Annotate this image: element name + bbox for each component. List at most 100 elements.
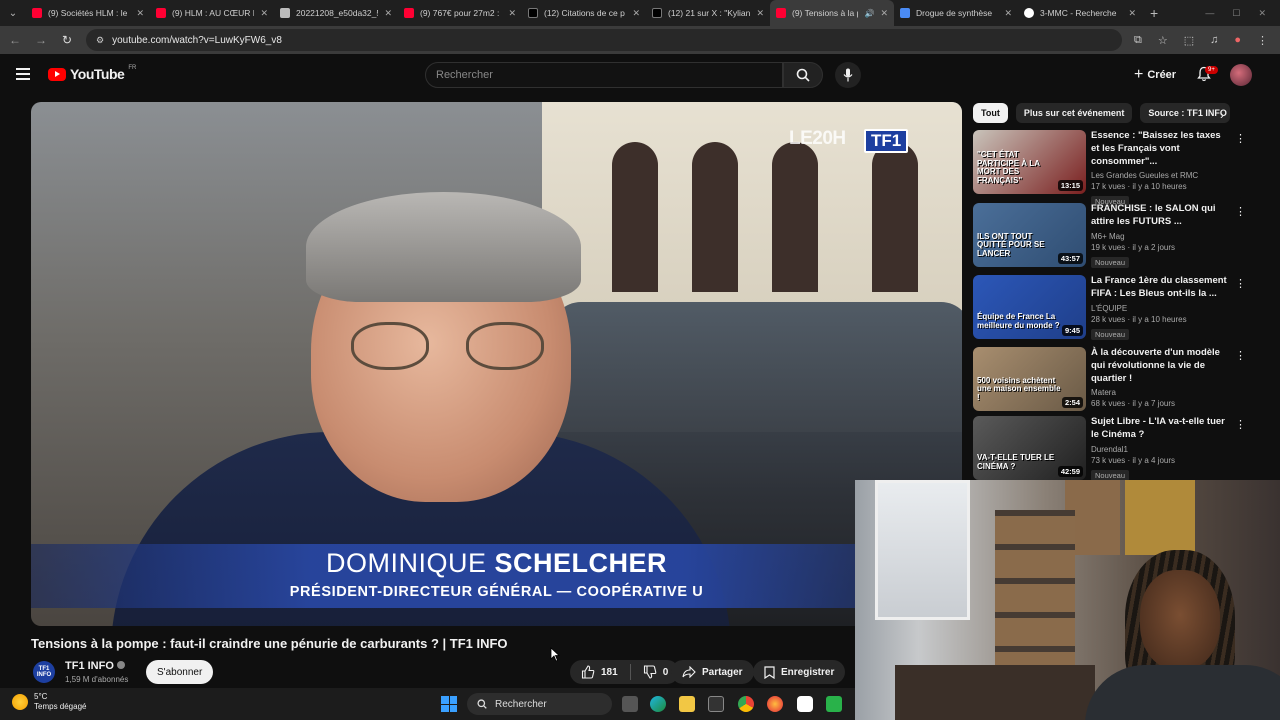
webcam-poster [1125, 480, 1195, 555]
channel-avatar[interactable]: TF1 INFO [33, 661, 55, 683]
voice-search-button[interactable] [835, 62, 861, 88]
suggestion-channel[interactable]: Durendal1 [1091, 445, 1231, 454]
edge-browser-icon[interactable] [650, 696, 666, 712]
bookmark-star-icon[interactable]: ☆ [1158, 34, 1168, 47]
create-button[interactable]: + Créer [1128, 64, 1182, 86]
browser-tab[interactable]: (12) Citations de ce p ✕ [522, 0, 646, 26]
close-tab-icon[interactable]: ✕ [1128, 8, 1136, 19]
taskbar-search[interactable]: Rechercher [467, 693, 612, 715]
profile-icon[interactable]: ● [1234, 34, 1241, 47]
share-button[interactable]: Partager [671, 660, 754, 684]
chip-source[interactable]: Source : TF1 INFO [1140, 103, 1231, 123]
hamburger-menu-icon[interactable] [16, 68, 30, 80]
suggestion-title[interactable]: Sujet Libre - L'IA va-t-elle tuer le Cin… [1091, 416, 1231, 442]
suggestion-channel[interactable]: L'ÉQUIPE [1091, 304, 1231, 313]
address-bar[interactable]: ⚙ youtube.com/watch?v=LuwKyFW6_v8 [86, 29, 1122, 51]
more-options-icon[interactable]: ⋮ [1235, 277, 1246, 290]
new-tab-plus-icon[interactable]: + [1142, 5, 1166, 21]
lower-third-role: PRÉSIDENT-DIRECTEUR GÉNÉRAL — COOPÉRATIV… [289, 584, 704, 600]
youtube-header: YouTube FR Rechercher + Créer 9+ [0, 54, 1280, 98]
video-frame-hair [306, 192, 581, 302]
firefox-icon[interactable] [767, 696, 783, 712]
minimize-icon[interactable]: — [1205, 8, 1214, 19]
video-thumbnail[interactable]: ILS ONT TOUT QUITTÉ POUR SE LANCER 43:57 [973, 203, 1086, 267]
store-icon[interactable] [708, 696, 724, 712]
more-options-icon[interactable]: ⋮ [1235, 132, 1246, 145]
suggestion-info: À la découverte d'un modèle qui révoluti… [1091, 347, 1231, 408]
close-tab-icon[interactable]: ✕ [260, 8, 268, 19]
tf1-logo: TF1 [864, 129, 909, 153]
extensions-puzzle-icon[interactable]: ⬚ [1184, 34, 1194, 47]
close-tab-icon[interactable]: ✕ [756, 8, 764, 19]
more-options-icon[interactable]: ⋮ [1235, 418, 1246, 431]
video-thumbnail[interactable]: Équipe de France La meilleure du monde ?… [973, 275, 1086, 339]
browser-tab[interactable]: Drogue de synthèse ✕ [894, 0, 1018, 26]
forward-arrow-icon[interactable]: → [34, 33, 48, 47]
browser-tab[interactable]: (9) HLM : AU CŒUR D ✕ [150, 0, 274, 26]
close-window-icon[interactable]: ✕ [1258, 8, 1266, 19]
save-button[interactable]: Enregistrer [753, 660, 846, 684]
video-player[interactable]: LE20H TF1 DOMINIQUE SCHELCHER PRÉSIDENT-… [31, 102, 962, 626]
capcut-icon[interactable] [797, 696, 813, 712]
account-avatar[interactable] [1230, 64, 1252, 86]
youtube-logo[interactable]: YouTube FR [48, 65, 136, 82]
suggestion-channel[interactable]: Matera [1091, 388, 1231, 397]
video-thumbnail[interactable]: VA-T-ELLE TUER LE CINÉMA ? 42:59 [973, 416, 1086, 480]
suggestion-title[interactable]: FRANCHISE : le SALON qui attire les FUTU… [1091, 203, 1231, 229]
suggested-video[interactable]: VA-T-ELLE TUER LE CINÉMA ? 42:59 Sujet L… [973, 416, 1248, 481]
chip-all[interactable]: Tout [973, 103, 1008, 123]
weather-widget[interactable]: 5°C Temps dégagé [12, 692, 86, 713]
subscribe-button[interactable]: S'abonner [146, 660, 214, 684]
close-tab-icon[interactable]: ✕ [384, 8, 392, 19]
close-tab-icon[interactable]: ✕ [632, 8, 640, 19]
browser-tab[interactable]: 3-MMC - Recherche ✕ [1018, 0, 1142, 26]
channel-name[interactable]: TF1 INFO [65, 660, 125, 672]
close-tab-icon[interactable]: ✕ [136, 8, 144, 19]
site-info-icon[interactable]: ⚙ [96, 35, 104, 46]
reload-icon[interactable]: ↻ [60, 33, 74, 47]
suggested-video[interactable]: ILS ONT TOUT QUITTÉ POUR SE LANCER 43:57… [973, 203, 1248, 268]
browser-menu-icon[interactable]: ⋮ [1257, 34, 1268, 47]
suggestion-title[interactable]: La France 1ère du classement FIFA : Les … [1091, 275, 1231, 301]
file-explorer-icon[interactable] [679, 696, 695, 712]
browser-tab[interactable]: 20221208_e50da32_5 ✕ [274, 0, 398, 26]
suggested-video[interactable]: "CET ÉTAT PARTICIPE À LA MORT DES FRANÇA… [973, 130, 1248, 208]
close-tab-icon[interactable]: ✕ [880, 8, 888, 19]
maximize-icon[interactable]: ☐ [1232, 8, 1240, 19]
media-controls-icon[interactable]: ♫ [1210, 34, 1218, 47]
suggestion-title[interactable]: À la découverte d'un modèle qui révoluti… [1091, 347, 1231, 385]
browser-tab[interactable]: (9) 767€ pour 27m2 : ✕ [398, 0, 522, 26]
chrome-icon[interactable] [738, 696, 754, 712]
like-dislike-group: 181 0 [570, 660, 680, 684]
suggested-video[interactable]: 500 voisins achètent une maison ensemble… [973, 347, 1248, 411]
webcam-face [1140, 570, 1220, 670]
suggestion-channel[interactable]: Les Grandes Gueules et RMC [1091, 171, 1231, 180]
browser-tab[interactable]: (12) 21 sur X : "Kylian ✕ [646, 0, 770, 26]
close-tab-icon[interactable]: ✕ [1004, 8, 1012, 19]
weather-condition: Temps dégagé [34, 702, 87, 712]
chevron-right-icon[interactable]: › [1220, 108, 1224, 122]
video-thumbnail[interactable]: "CET ÉTAT PARTICIPE À LA MORT DES FRANÇA… [973, 130, 1086, 194]
more-options-icon[interactable]: ⋮ [1235, 205, 1246, 218]
suggestion-channel[interactable]: M6+ Mag [1091, 232, 1231, 241]
more-options-icon[interactable]: ⋮ [1235, 349, 1246, 362]
back-arrow-icon[interactable]: ← [8, 33, 22, 47]
browser-tab[interactable]: (9) Sociétés HLM : le p ✕ [26, 0, 150, 26]
video-frame-arch [872, 142, 918, 292]
app-icon[interactable] [826, 696, 842, 712]
suggestion-title[interactable]: Essence : "Baissez les taxes et les Fran… [1091, 130, 1231, 168]
close-tab-icon[interactable]: ✕ [508, 8, 516, 19]
chip-more-on-event[interactable]: Plus sur cet événement [1015, 103, 1133, 123]
search-button[interactable] [783, 62, 823, 88]
speaker-icon[interactable]: 🔊 [864, 9, 874, 18]
windows-start-icon[interactable] [441, 696, 457, 712]
browser-tab-active[interactable]: (9) Tensions à la p 🔊 ✕ [770, 0, 894, 26]
suggested-video[interactable]: Équipe de France La meilleure du monde ?… [973, 275, 1248, 340]
like-button[interactable]: 181 [581, 665, 618, 679]
search-input[interactable]: Rechercher [425, 62, 783, 88]
tab-search-icon[interactable]: ⌄ [0, 0, 26, 26]
cast-icon[interactable]: ⧉ [1134, 34, 1142, 47]
video-thumbnail[interactable]: 500 voisins achètent une maison ensemble… [973, 347, 1086, 411]
task-view-icon[interactable] [622, 696, 638, 712]
dislike-button[interactable]: 0 [643, 665, 668, 679]
